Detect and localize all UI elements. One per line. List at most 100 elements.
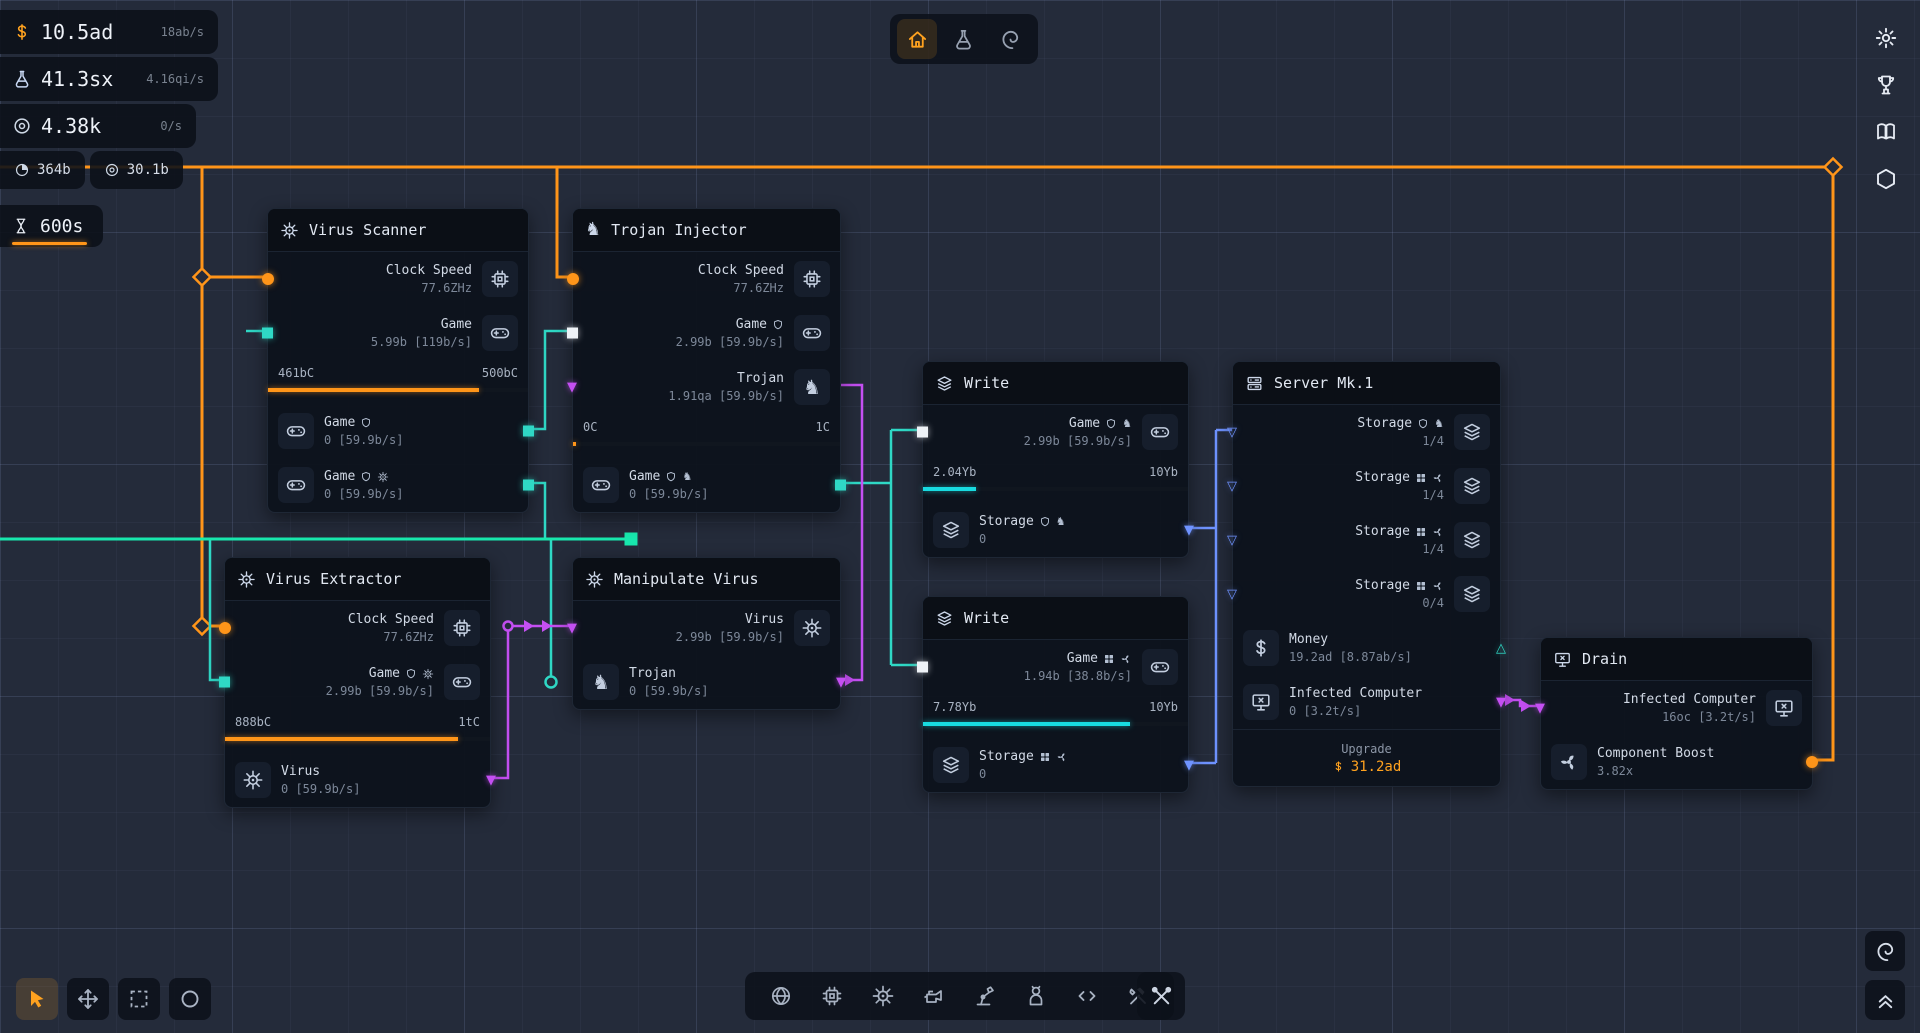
node-drain[interactable]: Drain Infected Computer 16oc [3.2t/s] Co… (1540, 637, 1813, 790)
research-button[interactable] (944, 19, 984, 59)
node-title: Write (964, 374, 1009, 392)
progress-current: 0C (583, 420, 597, 434)
oil-can-icon (922, 984, 946, 1008)
hardware-category-button[interactable] (818, 982, 846, 1010)
clock-input-port[interactable] (219, 622, 231, 634)
galaxy-button[interactable] (991, 19, 1031, 59)
row-value: 0 (979, 532, 1178, 546)
storage-input-row-3: Storage 1/4 (1233, 513, 1500, 567)
code-category-button[interactable] (1073, 982, 1101, 1010)
home-button[interactable] (897, 19, 937, 59)
game-output-port-1[interactable] (523, 426, 534, 437)
row-label: Game (324, 469, 355, 484)
node-header[interactable]: Write (923, 597, 1188, 640)
storage-input-port-1[interactable] (1225, 425, 1239, 439)
node-header[interactable]: Virus Scanner (268, 209, 528, 252)
collapse-button[interactable] (1865, 980, 1905, 1020)
view-switcher (890, 14, 1038, 64)
infected-input-port[interactable] (1533, 701, 1547, 715)
research-resource: 41.3sx 4.16qi/s (0, 57, 218, 101)
move-tool-button[interactable] (67, 978, 109, 1020)
storage-input-port-3[interactable] (1225, 533, 1239, 547)
factory-category-button[interactable] (971, 982, 999, 1010)
tools-button[interactable] (1137, 972, 1185, 1020)
storage-output-row: Storage 0 (923, 738, 1188, 792)
game-canvas[interactable]: 10.5ad 18ab/s 41.3sx 4.16qi/s 4.38k 0/s … (0, 0, 1920, 1033)
progress-max: 1tC (458, 715, 480, 729)
infected-computer-icon (1243, 684, 1279, 720)
row-label: Game (324, 415, 355, 430)
virus-input-port[interactable] (565, 621, 579, 635)
row-label: Storage (1357, 416, 1412, 431)
oil-category-button[interactable] (920, 982, 948, 1010)
settings-button[interactable] (1867, 19, 1905, 57)
robot-category-button[interactable] (1022, 982, 1050, 1010)
galaxy-shortcut-button[interactable] (1865, 931, 1905, 971)
node-trojan-injector[interactable]: ♞ Trojan Injector Clock Speed 77.6ZHz Ga… (572, 208, 841, 513)
game-input-port[interactable] (567, 328, 578, 339)
shield-icon (1039, 516, 1051, 528)
circle-select-tool-button[interactable] (169, 978, 211, 1020)
money-output-port[interactable] (1494, 641, 1508, 655)
box-select-tool-button[interactable] (118, 978, 160, 1020)
trojan-input-port[interactable] (565, 380, 579, 394)
node-title: Server Mk.1 (1274, 374, 1373, 392)
virus-icon (377, 471, 389, 483)
clock-input-port[interactable] (567, 273, 579, 285)
storage-input-port-4[interactable] (1225, 587, 1239, 601)
node-header[interactable]: Server Mk.1 (1233, 362, 1500, 405)
node-title: Virus Scanner (309, 221, 426, 239)
storage-output-port[interactable] (1182, 523, 1196, 537)
trojan-output-port[interactable] (834, 675, 848, 689)
storage-input-port-2[interactable] (1225, 479, 1239, 493)
achievements-button[interactable] (1867, 66, 1905, 104)
layers-icon (933, 747, 969, 783)
hexagon-button[interactable] (1867, 160, 1905, 198)
virus-output-port[interactable] (484, 773, 498, 787)
node-header[interactable]: Virus Extractor (225, 558, 490, 601)
circle-icon (178, 987, 202, 1011)
node-write-1[interactable]: Write Game♞ 2.99b [59.9b/s] 2.04Yb10Yb S… (922, 361, 1189, 558)
node-title: Write (964, 609, 1009, 627)
build-category-bar (745, 972, 1174, 1020)
clock-input-port[interactable] (262, 273, 274, 285)
node-write-2[interactable]: Write Game 1.94b [38.8b/s] 7.78Yb10Yb St… (922, 596, 1189, 793)
game-input-port[interactable] (917, 662, 928, 673)
infected-computer-input-row: Infected Computer 16oc [3.2t/s] (1541, 681, 1812, 735)
disc-rate: 0/s (160, 119, 182, 133)
storage-output-port[interactable] (1182, 758, 1196, 772)
node-manipulate-virus[interactable]: Manipulate Virus Virus 2.99b [59.9b/s] ♞… (572, 557, 841, 710)
shield-icon (1417, 418, 1429, 430)
node-header[interactable]: Write (923, 362, 1188, 405)
progress-bar: 461bC500bC (268, 360, 528, 404)
game-input-row: Game 2.99b [59.9b/s] (225, 655, 490, 709)
game-input-port[interactable] (917, 427, 928, 438)
node-header[interactable]: Drain (1541, 638, 1812, 681)
network-category-button[interactable] (767, 982, 795, 1010)
upgrade-button[interactable]: Upgrade 31.2ad (1233, 729, 1500, 786)
progress-max: 10Yb (1149, 700, 1178, 714)
game-input-port[interactable] (262, 328, 273, 339)
game-output-port[interactable] (835, 480, 846, 491)
cursor-tool-button[interactable] (16, 978, 58, 1020)
boost-output-port[interactable] (1806, 756, 1818, 768)
storage-input-row-2: Storage 1/4 (1233, 459, 1500, 513)
horse-icon: ♞ (682, 471, 692, 482)
row-value: 16oc [3.2t/s] (1551, 710, 1756, 724)
infected-output-port[interactable] (1494, 695, 1508, 709)
node-header[interactable]: ♞ Trojan Injector (573, 209, 840, 252)
cpu-icon (794, 261, 830, 297)
node-virus-extractor[interactable]: Virus Extractor Clock Speed 77.6ZHz Game… (224, 557, 491, 808)
game-input-port[interactable] (219, 677, 230, 688)
encyclopedia-button[interactable] (1867, 113, 1905, 151)
money-output-row: Money 19.2ad [8.87ab/s] (1233, 621, 1500, 675)
node-header[interactable]: Manipulate Virus (573, 558, 840, 601)
virus-category-button[interactable] (869, 982, 897, 1010)
game-output-port-2[interactable] (523, 480, 534, 491)
book-icon (1874, 120, 1898, 144)
clock-speed-row: Clock Speed 77.6ZHz (573, 252, 840, 306)
node-server-mk1[interactable]: Server Mk.1 Storage♞ 1/4 Storage 1/4 Sto… (1232, 361, 1501, 787)
fan-icon (1120, 653, 1132, 665)
node-virus-scanner[interactable]: Virus Scanner Clock Speed 77.6ZHz Game 5… (267, 208, 529, 513)
gamepad-icon (482, 315, 518, 351)
